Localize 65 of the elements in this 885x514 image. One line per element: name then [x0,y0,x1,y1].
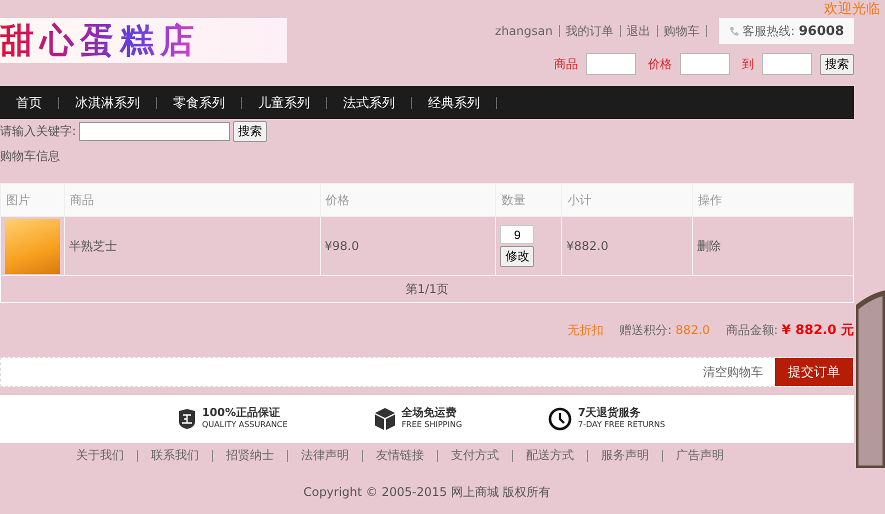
column-header: 商品 [64,184,320,216]
footer-link[interactable]: 联系我们 [151,447,199,464]
table-cell: ¥882.0 [562,216,693,276]
column-header: 价格 [320,184,496,216]
quantity-input[interactable]: 9 [500,225,534,244]
search-button[interactable]: 搜索 [233,121,268,142]
top-link[interactable]: 购物车 [664,22,700,40]
points-value: 882.0 [676,322,710,336]
footer-link[interactable]: 广告声明 [676,447,724,464]
feature-subtitle: QUALITY ASSURANCE [202,419,288,431]
column-header: 图片 [0,184,64,216]
update-button[interactable]: 修改 [500,246,534,267]
table-cell: 半熟芝士 [64,216,320,276]
copyright-text: Copyright © 2005-2015 网上商城 版权所有 [302,484,552,501]
phone-icon [728,26,739,36]
footer-link[interactable]: 法律声明 [301,447,349,464]
column-header: 数量 [496,184,562,216]
footer-link[interactable]: 配送方式 [526,447,574,464]
product-label: 商品 [554,56,578,72]
photo-placeholder [5,218,60,274]
feature-title: 7天退货服务 [578,407,642,419]
search-button[interactable]: 搜索 [820,54,854,74]
footer-link[interactable]: 招贤纳士 [226,447,274,464]
pager-text: 第1/1页 [0,276,854,302]
delete-link[interactable]: 删除 [697,238,722,252]
feature-subtitle: FREE SHIPPING [402,419,462,431]
min-price-input[interactable] [680,53,730,75]
to-label: 到 [742,56,754,72]
footer-link[interactable]: 服务声明 [601,447,649,464]
product-input[interactable] [586,53,636,75]
amount-value: ¥ 882.0 元 [782,323,854,338]
welcome-text: 欢迎光临 [824,1,880,17]
table-cell: ¥98.0 [320,216,496,276]
points-label: 赠送积分: [620,322,673,336]
column-header: 操作 [692,184,854,216]
keyword-input[interactable] [79,122,230,141]
shield-icon [178,408,196,430]
top-link[interactable]: 我的订单 [566,22,614,40]
column-header: 小计 [562,184,693,216]
top-link[interactable]: 退出 [626,22,651,40]
clock-icon [548,407,572,431]
nav-item[interactable]: 首页 [0,94,58,112]
nav-item[interactable]: 零食系列 [157,94,241,112]
nav-item[interactable]: 经典系列 [412,94,496,112]
footer-link[interactable]: 友情链接 [376,447,424,464]
feature-title: 100%正品保证 [202,407,281,419]
top-link[interactable]: zhangsan [495,24,553,38]
keyword-label: 请输入关键字: [0,123,76,140]
section-title: 购物车信息 [0,148,61,165]
nav-item[interactable]: 儿童系列 [242,94,326,112]
submit-order-button[interactable]: 提交订单 [775,358,853,386]
feature-title: 全场免运费 [402,407,458,419]
hotline-label: 客服热线: [742,22,795,40]
discount-text: 无折扣 [568,322,604,338]
box-icon [374,407,396,431]
clear-cart-link[interactable]: 清空购物车 [703,364,763,380]
nav-item[interactable]: 冰淇淋系列 [59,94,156,112]
price-label: 价格 [648,56,672,72]
nav-item[interactable]: 法式系列 [327,94,411,112]
footer-link[interactable]: 关于我们 [76,447,124,464]
feature-subtitle: 7-DAY FREE RETURNS [578,419,666,431]
footer-link[interactable]: 支付方式 [451,447,499,464]
max-price-input[interactable] [762,53,812,75]
amount-label: 商品金额: [726,323,779,337]
hotline-number: 96008 [798,24,844,38]
